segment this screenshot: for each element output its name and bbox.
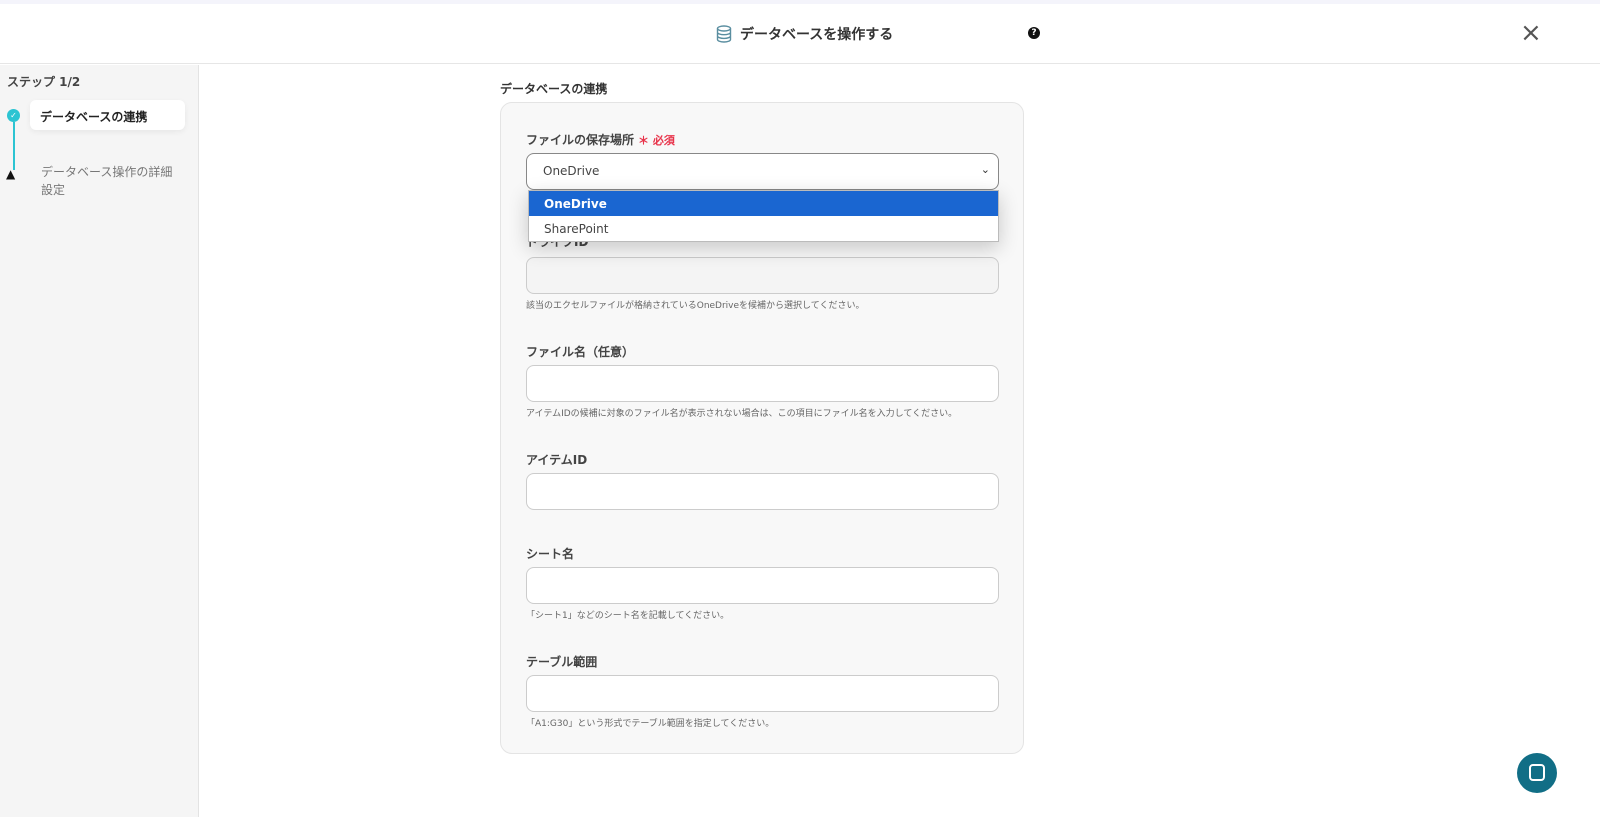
- required-badge: ＊ 必須: [638, 134, 675, 147]
- storage-dropdown: OneDrive SharePoint: [528, 190, 999, 242]
- sidebar-step-2[interactable]: データベース操作の詳細設定: [41, 163, 181, 199]
- range-label: テーブル範囲: [526, 655, 598, 669]
- step-counter: ステップ 1/2: [7, 75, 81, 89]
- storage-select[interactable]: OneDrive ⌄: [526, 153, 999, 190]
- page-title: データベースを操作する: [716, 24, 893, 44]
- storage-label: ファイルの保存場所＊ 必須: [526, 131, 675, 148]
- drive-hint: 該当のエクセルファイルが格納されているOneDriveを候補から選択してください…: [526, 301, 865, 311]
- step-connector: [13, 122, 15, 170]
- database-icon: [716, 25, 732, 43]
- range-input[interactable]: [526, 675, 999, 712]
- item-label: アイテムID: [526, 453, 588, 467]
- filename-input[interactable]: [526, 365, 999, 402]
- sheet-label: シート名: [526, 547, 575, 561]
- filename-hint: アイテムIDの候補に対象のファイル名が表示されない場合は、この項目にファイル名を…: [526, 409, 958, 419]
- close-button[interactable]: ×: [1520, 20, 1542, 46]
- chevron-down-icon: ⌄: [980, 163, 990, 176]
- form-card: ファイルの保存場所＊ 必須 OneDrive ⌄ OneDrive SharePo…: [500, 102, 1024, 754]
- title-text: データベースを操作する: [740, 27, 894, 43]
- storage-label-text: ファイルの保存場所: [526, 133, 635, 147]
- sidebar: ステップ 1/2 ✓ データベースの連携 ▲ データベース操作の詳細設定: [0, 65, 199, 817]
- range-hint: 「A1:G30」という形式でテーブル範囲を指定してください。: [526, 719, 775, 729]
- chat-icon: [1529, 764, 1545, 781]
- storage-value: OneDrive: [543, 164, 600, 178]
- sidebar-step-1[interactable]: データベースの連携: [30, 100, 185, 130]
- drive-select[interactable]: [526, 257, 999, 294]
- header: データベースを操作する ? ×: [0, 4, 1600, 64]
- option-sharepoint[interactable]: SharePoint: [529, 216, 998, 241]
- sheet-hint: 「シート1」などのシート名を記載してください。: [526, 611, 730, 621]
- chat-button[interactable]: [1517, 753, 1557, 793]
- check-icon: ✓: [7, 109, 20, 122]
- option-onedrive[interactable]: OneDrive: [529, 191, 998, 216]
- filename-label: ファイル名（任意）: [526, 345, 635, 359]
- sheet-input[interactable]: [526, 567, 999, 604]
- item-input[interactable]: [526, 473, 999, 510]
- section-title: データベースの連携: [500, 82, 608, 96]
- warning-icon: ▲: [6, 167, 16, 181]
- help-icon[interactable]: ?: [1028, 27, 1040, 39]
